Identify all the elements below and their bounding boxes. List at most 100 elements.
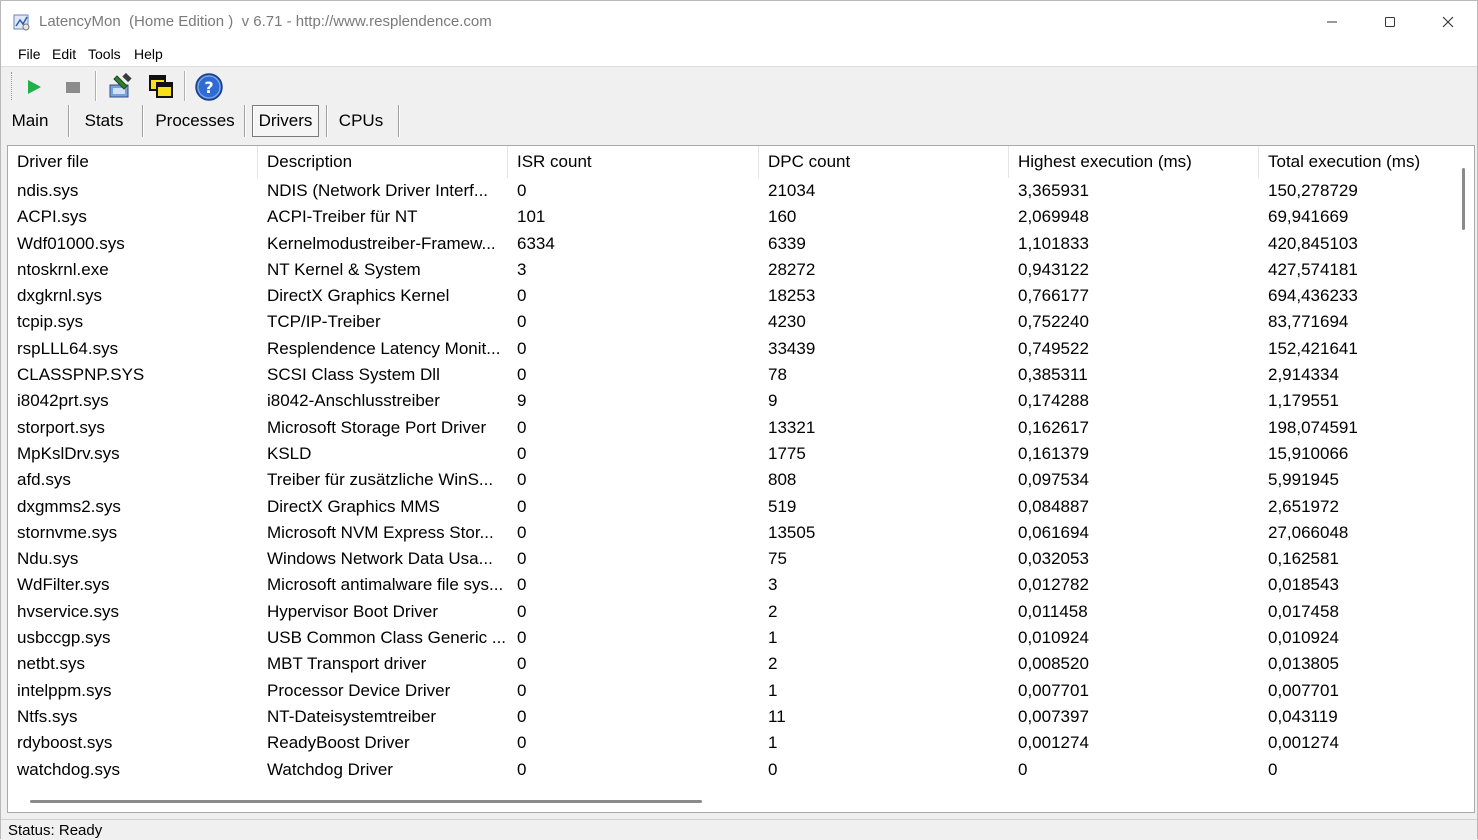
isr-count-cell: 0 — [517, 312, 527, 332]
dpc-count-cell: 33439 — [768, 338, 816, 358]
vertical-scrollbar[interactable] — [1450, 146, 1474, 791]
table-row[interactable]: rdyboost.sys ReadyBoost Driver 0 1 0,001274 0… — [8, 730, 1452, 756]
description-cell: MBT Transport driver — [267, 654, 427, 674]
table-row[interactable]: afd.sys Treiber für zusätzliche WinS... 0 8… — [8, 467, 1452, 493]
table-row[interactable]: netbt.sys MBT Transport driver 0 2 0,008520 0… — [8, 651, 1452, 677]
table-row[interactable]: watchdog.sys Watchdog Driver 0 0 0 0 — [8, 757, 1452, 783]
table-row[interactable]: CLASSPNP.SYS SCSI Class System Dll 0 78 0,38… — [8, 362, 1452, 388]
highest-execution-cell: 1,101833 — [1018, 233, 1089, 253]
table-row[interactable]: hvservice.sys Hypervisor Boot Driver 0 2 0,0… — [8, 599, 1452, 625]
menu-edit[interactable]: Edit — [52, 46, 76, 62]
table-row[interactable]: ACPI.sys ACPI-Treiber für NT 101 160 2,06994… — [8, 204, 1452, 230]
driver-file-cell: afd.sys — [17, 470, 71, 490]
table-row[interactable]: rspLLL64.sys Resplendence Latency Monit..… — [8, 336, 1452, 362]
tab-cpus[interactable]: CPUs — [333, 105, 389, 137]
table-row[interactable]: Wdf01000.sys Kernelmodustreiber-Framew...… — [8, 231, 1452, 257]
tab-stats[interactable]: Stats — [79, 105, 129, 137]
menu-help[interactable]: Help — [134, 46, 163, 62]
menu-tools[interactable]: Tools — [88, 46, 121, 62]
horizontal-scroll-thumb[interactable] — [30, 800, 702, 803]
description-cell: KSLD — [267, 443, 312, 463]
driver-file-cell: Ntfs.sys — [17, 706, 78, 726]
description-cell: Treiber für zusätzliche WinS... — [267, 470, 494, 490]
tab-bar: Main Stats Processes Drivers CPUs — [1, 105, 1477, 139]
description-cell: Resplendence Latency Monit... — [267, 338, 501, 358]
isr-count-cell: 0 — [517, 496, 527, 516]
isr-count-cell: 0 — [517, 365, 527, 385]
column-header-description[interactable]: Description — [258, 146, 508, 178]
stop-button[interactable] — [57, 72, 89, 102]
total-execution-cell: 420,845103 — [1268, 233, 1358, 253]
table-row[interactable]: storport.sys Microsoft Storage Port Drive… — [8, 415, 1452, 441]
total-execution-cell: 5,991945 — [1268, 470, 1339, 490]
tool-icon — [109, 73, 132, 98]
description-cell: NDIS (Network Driver Interf... — [267, 181, 489, 200]
highest-execution-cell: 0,749522 — [1018, 338, 1089, 358]
column-header-driver-file[interactable]: Driver file — [8, 146, 258, 178]
description-cell: Kernelmodustreiber-Framew... — [267, 233, 496, 253]
tab-separator — [398, 105, 400, 137]
minimize-button[interactable] — [1303, 1, 1361, 43]
highest-execution-cell: 0,011458 — [1018, 601, 1088, 621]
driver-file-cell: netbt.sys — [17, 654, 86, 674]
menu-file[interactable]: File — [18, 46, 41, 62]
description-cell: ACPI-Treiber für NT — [267, 207, 418, 227]
vertical-scroll-thumb[interactable] — [1462, 168, 1465, 230]
highest-execution-cell: 3,365931 — [1018, 181, 1089, 200]
dpc-count-cell: 2 — [768, 654, 778, 674]
driver-file-cell: hvservice.sys — [17, 601, 120, 621]
driver-file-cell: rdyboost.sys — [17, 733, 113, 753]
dpc-count-cell: 1 — [768, 733, 778, 753]
dpc-count-cell: 4230 — [768, 312, 806, 332]
highest-execution-cell: 0,174288 — [1018, 391, 1089, 411]
drivers-table[interactable]: Driver file Description ISR count DPC co… — [7, 145, 1475, 813]
driver-file-cell: storport.sys — [17, 417, 105, 437]
horizontal-scrollbar[interactable] — [8, 790, 1452, 812]
tab-main[interactable]: Main — [5, 105, 55, 137]
table-row[interactable]: dxgkrnl.sys DirectX Graphics Kernel 0 18253… — [8, 283, 1452, 309]
maximize-button[interactable] — [1361, 1, 1419, 43]
column-header-highest-execution[interactable]: Highest execution (ms) — [1009, 146, 1259, 178]
tab-processes[interactable]: Processes — [151, 105, 239, 137]
driver-file-cell: ntoskrnl.exe — [17, 259, 109, 279]
status-bar: Status: Ready — [1, 819, 1477, 840]
toolbar-separator — [95, 71, 97, 101]
help-button[interactable]: ? — [193, 72, 225, 102]
isr-count-cell: 0 — [517, 470, 527, 490]
tab-drivers[interactable]: Drivers — [252, 105, 319, 137]
total-execution-cell: 0,162581 — [1268, 549, 1339, 569]
table-row[interactable]: Ndu.sys Windows Network Data Usa... 0 75 0,0… — [8, 546, 1452, 572]
table-row[interactable]: stornvme.sys Microsoft NVM Express Stor..… — [8, 520, 1452, 546]
total-execution-cell: 694,436233 — [1268, 286, 1358, 306]
total-execution-cell: 0,013805 — [1268, 654, 1339, 674]
table-row[interactable]: MpKslDrv.sys KSLD 0 1775 0,161379 15,910066 — [8, 441, 1452, 467]
total-execution-cell: 0,001274 — [1268, 733, 1339, 753]
tab-separator — [142, 105, 144, 137]
play-icon — [28, 80, 41, 94]
drivers-tool-button[interactable] — [105, 72, 137, 102]
windows-button[interactable] — [145, 72, 177, 102]
isr-count-cell: 0 — [517, 601, 527, 621]
total-execution-cell: 0,007701 — [1268, 680, 1339, 700]
table-row[interactable]: tcpip.sys TCP/IP-Treiber 0 4230 0,752240 83,7… — [8, 309, 1452, 335]
driver-file-cell: Wdf01000.sys — [17, 233, 125, 253]
driver-file-cell: watchdog.sys — [17, 759, 120, 779]
table-row[interactable]: intelppm.sys Processor Device Driver 0 1 0,0… — [8, 678, 1452, 704]
table-row[interactable]: usbccgp.sys USB Common Class Generic ... 0… — [8, 625, 1452, 651]
table-row[interactable]: Ntfs.sys NT-Dateisystemtreiber 0 11 0,007397… — [8, 704, 1452, 730]
table-row[interactable]: ntoskrnl.exe NT Kernel & System 3 28272 0,94… — [8, 257, 1452, 283]
table-row[interactable]: ndis.sys NDIS (Network Driver Interf... 0 2… — [8, 178, 1452, 204]
column-header-isr-count[interactable]: ISR count — [508, 146, 759, 178]
highest-execution-cell: 0,766177 — [1018, 286, 1089, 306]
table-row[interactable]: WdFilter.sys Microsoft antimalware file s… — [8, 572, 1452, 598]
column-header-dpc-count[interactable]: DPC count — [759, 146, 1009, 178]
tab-separator — [326, 105, 328, 137]
table-row[interactable]: i8042prt.sys i8042-Anschlusstreiber 9 9 0,17… — [8, 388, 1452, 414]
status-text: Status: Ready — [8, 822, 103, 839]
column-header-total-execution[interactable]: Total execution (ms) — [1259, 146, 1452, 178]
start-button[interactable] — [18, 72, 50, 102]
highest-execution-cell: 0,007397 — [1018, 706, 1089, 726]
table-row[interactable]: dxgmms2.sys DirectX Graphics MMS 0 519 0,084… — [8, 494, 1452, 520]
total-execution-cell: 69,941669 — [1268, 207, 1349, 227]
close-button[interactable] — [1419, 1, 1477, 43]
